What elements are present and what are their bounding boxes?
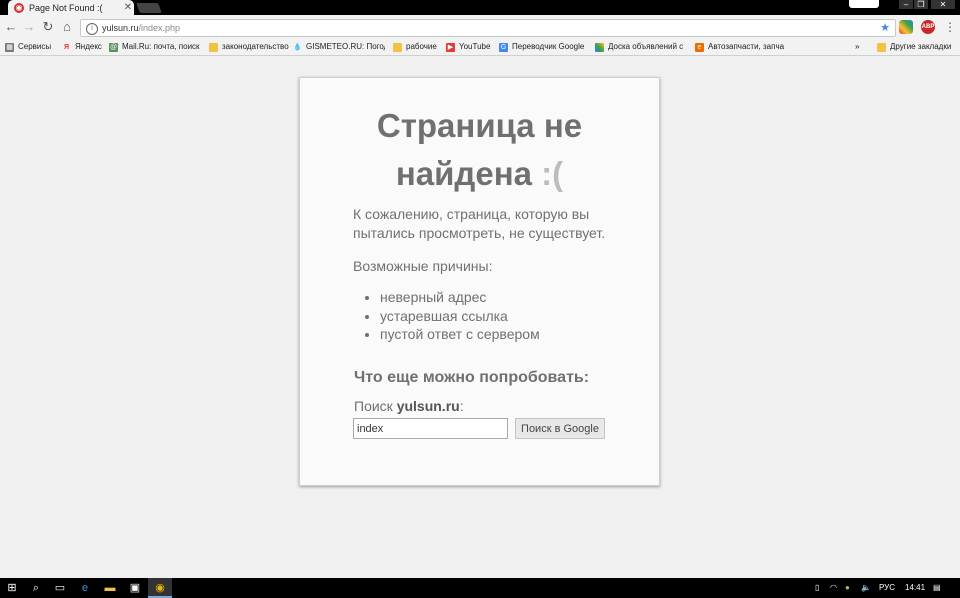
edge-browser-icon[interactable]: e: [73, 578, 97, 598]
bookmark-gismeteo[interactable]: 💧 GISMETEO.RU: Погод: [293, 41, 385, 53]
bookmark-folder-work[interactable]: рабочие: [393, 41, 441, 53]
apps-grid-icon: ▦: [5, 42, 14, 52]
wifi-icon[interactable]: ◠: [830, 578, 837, 598]
address-host: yulsun.ru: [102, 23, 139, 33]
reasons-list: неверный адрес устаревшая ссылка пустой …: [354, 288, 540, 344]
site-info-icon[interactable]: i: [86, 22, 98, 35]
reload-icon[interactable]: ↻: [40, 19, 56, 35]
suggestions-heading: Что еще можно попробовать:: [354, 369, 590, 386]
folder-icon: [393, 42, 402, 52]
other-bookmarks-folder[interactable]: Другие закладки: [877, 41, 957, 53]
reasons-heading: Возможные причины:: [353, 258, 493, 274]
minimize-icon[interactable]: –: [899, 0, 913, 9]
close-window-icon[interactable]: ✕: [931, 0, 955, 9]
notifications-icon[interactable]: ▤: [933, 578, 941, 598]
volume-icon[interactable]: 🔈: [861, 578, 871, 598]
folder-icon: [877, 42, 886, 52]
bookmark-mailru[interactable]: @ Mail.Ru: почта, поиск: [109, 41, 201, 53]
browser-menu-icon[interactable]: ⋮: [944, 21, 956, 35]
usb-icon[interactable]: ▯: [815, 578, 819, 598]
raindrop-icon: 💧: [293, 43, 302, 51]
sad-face-text: :(: [541, 155, 564, 192]
error-card: Страница не найдена :( К сожалению, стра…: [299, 77, 660, 486]
pinwheel-extension-icon[interactable]: [899, 20, 913, 34]
yandex-icon: Я: [63, 43, 70, 51]
file-explorer-icon[interactable]: ▬: [98, 578, 122, 598]
store-icon[interactable]: ▣: [123, 578, 147, 598]
profile-button[interactable]: [849, 0, 879, 8]
site-favicon-icon: ◉: [14, 2, 24, 13]
page-title: Страница не найдена :(: [300, 102, 659, 198]
bookmarks-bar: ▦ Сервисы Я Яндекс @ Mail.Ru: почта, поиск …: [0, 39, 960, 56]
title-line-2: найдена :(: [395, 155, 564, 192]
windows-taskbar: ⊞ ⌕ ▭ e ▬ ▣ ◉ ▯ ◠ ● 🔈 РУС 14:41 ▤: [0, 578, 960, 598]
home-icon[interactable]: ⌂: [59, 19, 75, 35]
autoparts-icon: e: [695, 42, 704, 52]
task-view-icon[interactable]: ▭: [48, 578, 72, 598]
folder-icon: [209, 42, 218, 52]
youtube-icon: ▶: [446, 42, 455, 52]
clock[interactable]: 14:41: [905, 578, 925, 598]
browser-tab[interactable]: ◉ Page Not Found :( ✕: [8, 0, 134, 15]
browser-toolbar: ← → ↻ ⌂ i yulsun.ru/index.php ★ ABP ⋮: [0, 15, 960, 39]
bookmark-classifieds[interactable]: Доска объявлений с: [595, 41, 687, 53]
list-item: устаревшая ссылка: [380, 307, 540, 326]
mailru-icon: @: [109, 42, 118, 52]
title-line-1: Страница не: [376, 107, 583, 144]
list-item: неверный адрес: [380, 288, 540, 307]
error-message: К сожалению, страница, которую вы пытали…: [353, 206, 606, 241]
adblock-plus-icon[interactable]: ABP: [921, 20, 935, 34]
bookmarks-overflow-button[interactable]: »: [855, 41, 865, 53]
search-input[interactable]: [353, 418, 508, 439]
browser-title-bar: ◉ Page Not Found :( ✕ – ❐ ✕: [0, 0, 960, 15]
search-site-name: yulsun.ru: [396, 398, 460, 414]
forward-arrow-icon[interactable]: →: [21, 19, 37, 35]
address-bar[interactable]: i yulsun.ru/index.php ★: [80, 19, 896, 37]
tab-title: Page Not Found :(: [29, 2, 103, 13]
tab-close-icon[interactable]: ✕: [122, 2, 134, 13]
antivirus-icon[interactable]: ●: [845, 578, 850, 598]
bookmark-google-translate[interactable]: G Переводчик Google: [499, 41, 591, 53]
bookmark-youtube[interactable]: ▶ YouTube: [446, 41, 496, 53]
chrome-taskbar-icon[interactable]: ◉: [148, 578, 172, 598]
back-arrow-icon[interactable]: ←: [3, 19, 19, 35]
list-item: пустой ответ с сервером: [380, 325, 540, 344]
bookmark-services[interactable]: ▦ Сервисы: [5, 41, 57, 53]
bookmark-folder-legislation[interactable]: законодательство: [209, 41, 289, 53]
maximize-icon[interactable]: ❐: [914, 0, 928, 9]
google-translate-icon: G: [499, 42, 508, 52]
google-search-button[interactable]: Поиск в Google: [515, 418, 605, 439]
classifieds-icon: [595, 42, 604, 52]
new-tab-button[interactable]: [136, 3, 162, 13]
language-indicator[interactable]: РУС: [879, 578, 895, 598]
bookmark-yandex[interactable]: Я Яндекс: [62, 41, 104, 53]
windows-start-icon[interactable]: ⊞: [0, 578, 24, 598]
search-icon[interactable]: ⌕: [24, 578, 48, 598]
bookmark-autoparts[interactable]: e Автозапчасти, запча: [695, 41, 787, 53]
bookmark-star-icon[interactable]: ★: [880, 20, 890, 36]
search-label: Поиск yulsun.ru:: [354, 398, 464, 414]
address-path: /index.php: [138, 23, 181, 33]
